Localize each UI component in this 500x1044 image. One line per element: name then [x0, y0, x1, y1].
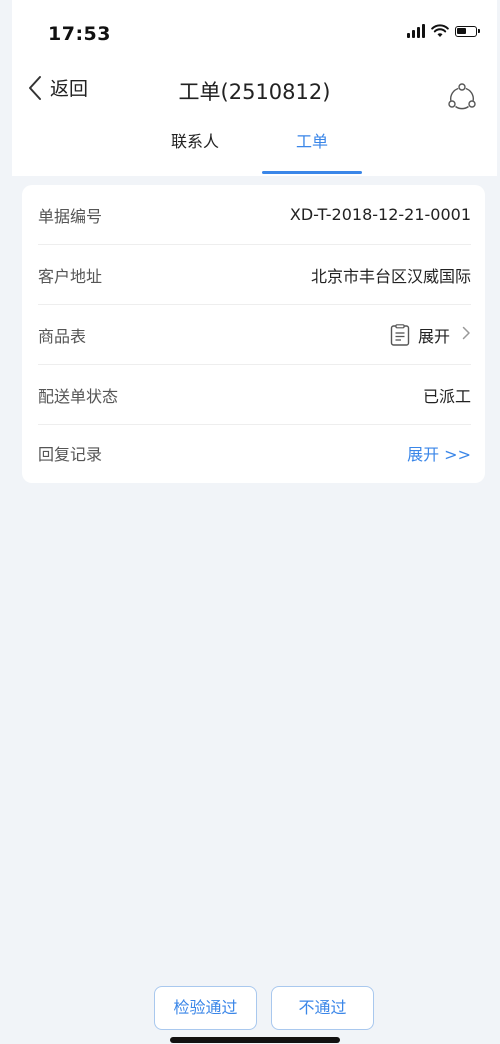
- active-tab-indicator: [262, 171, 362, 174]
- delivery-status-value: 已派工: [422, 386, 471, 406]
- share-button[interactable]: [447, 82, 477, 112]
- row-delivery-status: 配送单状态 已派工: [38, 365, 471, 425]
- inspection-fail-button[interactable]: 不通过: [271, 986, 374, 1030]
- status-time: 17:53: [48, 23, 111, 45]
- document-number-value: XD-T-2018-12-21-0001: [289, 205, 471, 224]
- tab-bar: 联系人 工单: [12, 128, 497, 176]
- page-title: 工单(2510812): [178, 80, 331, 104]
- details-card: 单据编号 XD-T-2018-12-21-0001 客户地址 北京市丰台区汉威国…: [22, 185, 485, 483]
- battery-icon: [455, 25, 480, 37]
- goods-expand-label: 展开: [417, 326, 450, 346]
- signal-icon: [407, 24, 425, 38]
- home-indicator: [170, 1037, 340, 1043]
- row-label: 商品表: [38, 326, 87, 346]
- row-goods-list: 商品表 展开: [38, 305, 471, 365]
- row-label: 回复记录: [38, 445, 103, 464]
- inspection-pass-button[interactable]: 检验通过: [154, 986, 257, 1030]
- status-icons: [407, 24, 480, 38]
- row-reply-records: 回复记录 展开 >>: [38, 425, 471, 481]
- tab-contacts[interactable]: 联系人: [145, 128, 245, 176]
- wifi-icon: [431, 24, 449, 37]
- app-screen: 17:53 返回 工单(2510812) 联系人 工单 单据编号 XD-T-20…: [12, 0, 497, 1044]
- row-document-number: 单据编号 XD-T-2018-12-21-0001: [38, 185, 471, 245]
- row-customer-address: 客户地址 北京市丰台区汉威国际: [38, 245, 471, 305]
- row-label: 单据编号: [38, 206, 103, 226]
- header: 17:53 返回 工单(2510812) 联系人 工单: [12, 0, 497, 176]
- tab-work-order-label: 工单: [295, 132, 328, 151]
- document-icon: [390, 323, 410, 346]
- tab-work-order[interactable]: 工单: [262, 128, 362, 176]
- reply-records-expand-link[interactable]: 展开 >>: [407, 441, 471, 465]
- customer-address-value: 北京市丰台区汉威国际: [310, 266, 471, 286]
- row-label: 客户地址: [38, 266, 103, 286]
- chevron-right-icon: [462, 324, 471, 345]
- goods-expand-button[interactable]: 展开: [390, 323, 471, 347]
- row-label: 配送单状态: [38, 386, 119, 406]
- share-icon: [448, 83, 476, 110]
